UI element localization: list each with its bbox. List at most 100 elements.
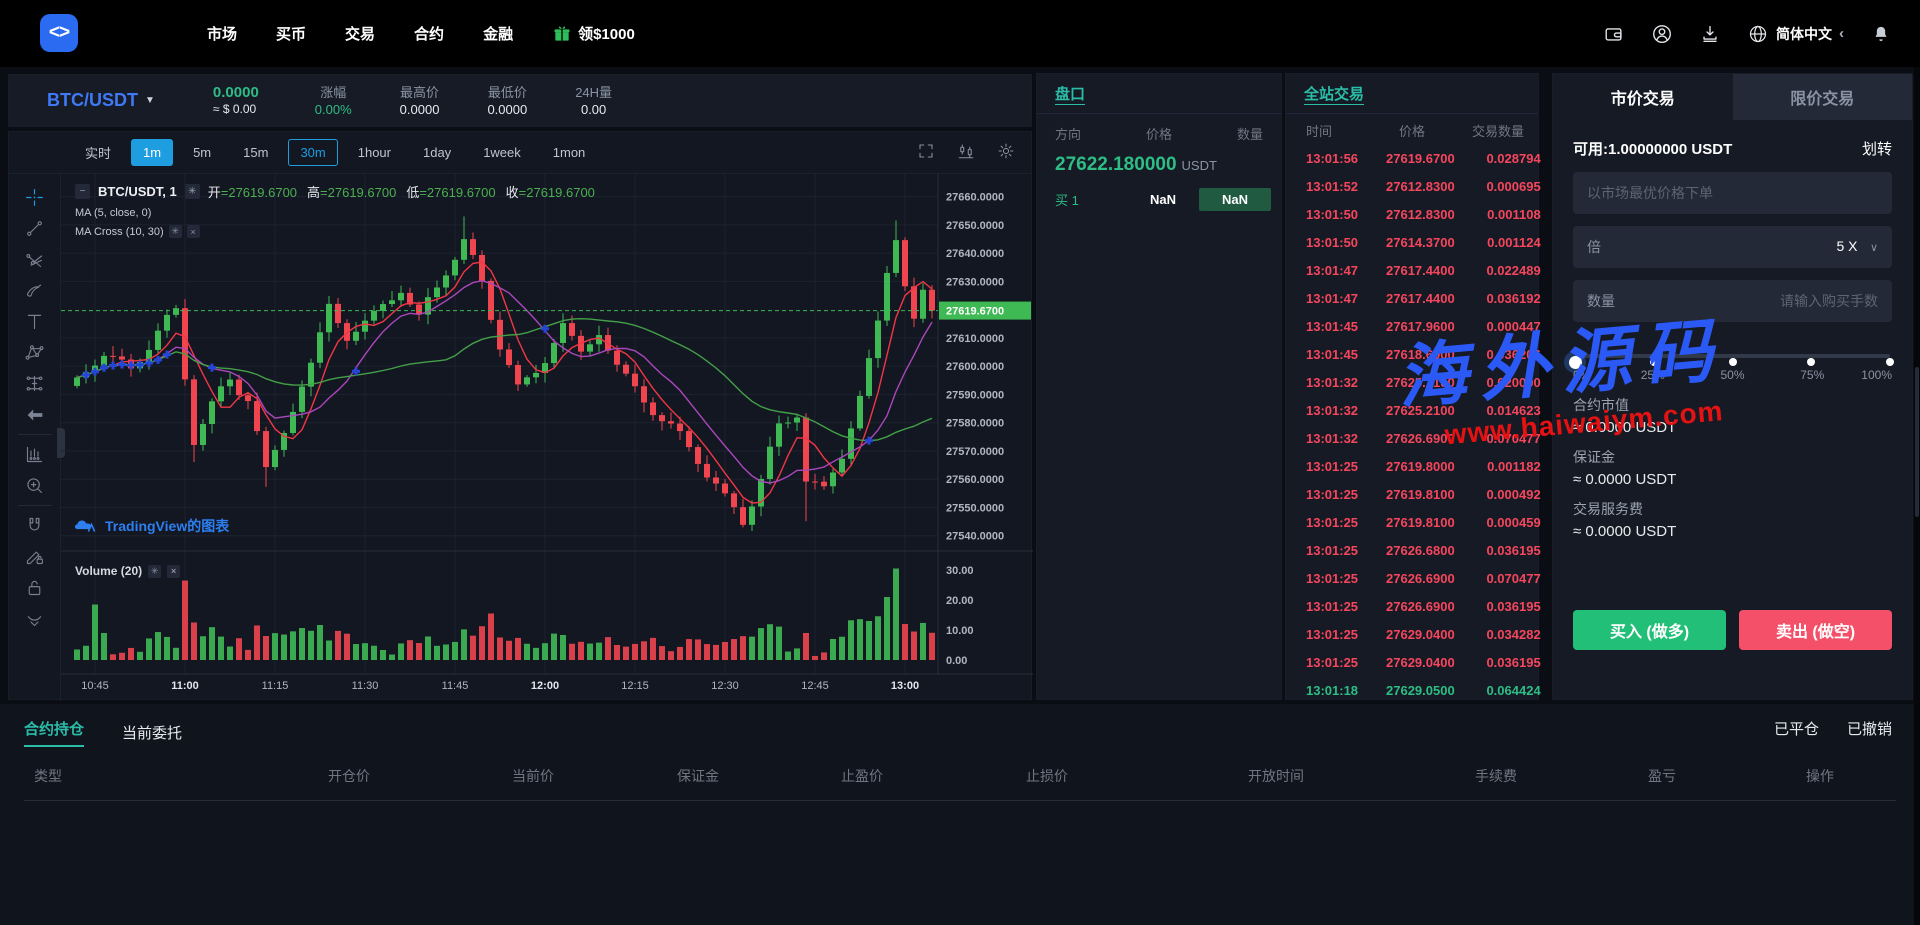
tab-合约持仓[interactable]: 合约持仓 [24, 718, 85, 747]
chevron-down-icon: ∨ [1869, 242, 1878, 254]
timeframe-1m[interactable]: 1m [131, 139, 174, 166]
magnet-tool-icon[interactable] [18, 510, 52, 541]
chart-plot-area[interactable]: 27660.0000 27650.0000 27640.0000 27630.0000… [61, 174, 1033, 701]
crosshair-tool-icon[interactable] [18, 182, 52, 213]
nav-item[interactable]: 市场 [207, 23, 237, 44]
fullscreen-icon[interactable] [917, 142, 935, 165]
nav-item[interactable]: 金融 [483, 23, 513, 44]
orderbook-title: 盘口 [1037, 74, 1281, 114]
timeframe-1mon[interactable]: 1mon [541, 139, 598, 166]
timeframe-30m[interactable]: 30m [288, 139, 338, 166]
svg-text:11:00: 11:00 [171, 680, 199, 692]
amount-input[interactable]: 数量 请输入购买手数 [1573, 280, 1892, 322]
ma-settings-icon[interactable]: ✳ [168, 225, 182, 238]
timeframe-5m[interactable]: 5m [181, 139, 223, 166]
trade-amount: 0.036206 [1486, 346, 1541, 362]
svg-text:11:45: 11:45 [442, 680, 469, 692]
slider-dot[interactable] [1886, 358, 1894, 366]
brand-logo-icon[interactable]: <> [40, 14, 78, 52]
promo-link[interactable]: 领$1000 [552, 23, 635, 44]
volume-settings-icon[interactable]: ✳ [148, 564, 162, 578]
pair-label: BTC/USDT [47, 90, 138, 110]
orderbook-last-price: 27622.180000 [1055, 154, 1177, 175]
scrollbar-thumb[interactable] [1915, 367, 1919, 517]
trade-amount: 0.070477 [1486, 570, 1541, 586]
trade-amount: 0.036195 [1486, 598, 1541, 614]
pitchfork-tool-icon[interactable] [18, 244, 52, 275]
language-switcher[interactable]: 简体中文 ‹ [1747, 23, 1844, 45]
bell-icon[interactable] [1870, 23, 1892, 45]
sell-short-button[interactable]: 卖出 (做空) [1739, 610, 1892, 650]
trade-price: 27617.9600 [1386, 318, 1455, 334]
zoom-in-icon[interactable] [18, 470, 52, 501]
nav-item[interactable]: 买币 [276, 23, 306, 44]
trades-header: 交易数量 [1471, 123, 1524, 139]
trade-price: 27619.8000 [1386, 458, 1455, 474]
trade-price: 27629.0500 [1386, 682, 1455, 698]
hide-objects-icon[interactable] [18, 603, 52, 634]
nav-item[interactable]: 合约 [414, 23, 444, 44]
svg-text:10.00: 10.00 [946, 625, 974, 637]
indicators-icon[interactable] [957, 142, 975, 165]
slider-dot[interactable] [1649, 358, 1658, 366]
drawing-lock-icon[interactable] [18, 541, 52, 572]
pattern-tool-icon[interactable] [18, 337, 52, 368]
buy-long-button[interactable]: 买入 (做多) [1573, 610, 1726, 650]
tab-当前委托[interactable]: 当前委托 [122, 722, 182, 743]
trades-header: 价格 [1398, 123, 1425, 139]
wallet-icon[interactable] [1603, 23, 1625, 45]
lock-icon[interactable] [18, 572, 52, 603]
nav-item[interactable]: 交易 [345, 23, 375, 44]
market-trades-list: 13:01:56 27619.6700 0.028794 13:01:52 27612.… [1286, 144, 1541, 704]
slider-dot[interactable] [1807, 358, 1816, 366]
svg-text:11:30: 11:30 [352, 680, 379, 692]
slider-label: 0% [1573, 368, 1591, 382]
timeframe-15m[interactable]: 15m [231, 139, 280, 166]
order-info-value: ≈ 0.0000 USDT [1573, 419, 1677, 436]
ma-remove-icon[interactable]: × [186, 225, 200, 238]
order-form-tabs: 市价交易 限价交易 [1553, 74, 1912, 120]
market-price-input[interactable]: 以市场最优价格下单 [1573, 172, 1892, 214]
slider-dot[interactable] [1728, 358, 1737, 366]
scrollbar[interactable] [1914, 67, 1920, 925]
tab-限价交易[interactable]: 限价交易 [1732, 74, 1912, 120]
volume-remove-icon[interactable]: × [167, 564, 181, 578]
orderbook-level-row[interactable]: 买 1 NaN NaN [1037, 184, 1281, 214]
timeframe-1day[interactable]: 1day [411, 139, 463, 166]
trade-row: 13:01:47 27617.4400 0.036192 [1286, 284, 1541, 312]
amount-slider[interactable]: 0% 25% 50% 75% 100% [1564, 348, 1894, 384]
profile-icon[interactable] [1651, 23, 1673, 45]
link-已平仓[interactable]: 已平仓 [1774, 718, 1819, 739]
trade-time: 13:01:25 [1306, 458, 1359, 474]
positions-column-header: 保证金 [677, 768, 719, 784]
ohlc-item: 收=27619.6700 [506, 185, 595, 200]
timeframe-1hour[interactable]: 1hour [346, 139, 403, 166]
chart-settings-gear-icon[interactable] [997, 142, 1015, 165]
download-icon[interactable] [1699, 23, 1721, 45]
transfer-link[interactable]: 划转 [1862, 138, 1892, 159]
pair-selector[interactable]: BTC/USDT ▼ [47, 90, 155, 111]
legend-gear-icon[interactable]: ✳ [184, 184, 200, 199]
indicator-template-icon[interactable] [18, 439, 52, 470]
tab-市价交易[interactable]: 市价交易 [1553, 74, 1733, 120]
text-tool-icon[interactable] [18, 306, 52, 337]
trade-time: 13:01:18 [1306, 682, 1359, 698]
trade-time: 13:01:25 [1306, 598, 1359, 614]
svg-text:13:00: 13:00 [891, 680, 919, 692]
leverage-select[interactable]: 倍 5 X ∨ [1573, 226, 1892, 268]
forecast-tool-icon[interactable] [18, 368, 52, 399]
timeframe-1week[interactable]: 1week [471, 139, 533, 166]
ohlc-value: =27619.6700 [320, 185, 397, 200]
pair-stat-label: 涨幅 [320, 84, 347, 100]
back-arrow-icon[interactable] [18, 399, 52, 430]
link-已撤销[interactable]: 已撤销 [1847, 718, 1892, 739]
slider-label: 25% [1640, 368, 1665, 382]
brush-tool-icon[interactable] [18, 275, 52, 306]
legend-collapse-icon[interactable]: − [75, 184, 90, 199]
trade-time: 13:01:45 [1306, 318, 1359, 334]
trade-time: 13:01:25 [1306, 514, 1359, 530]
timeframe-实时[interactable]: 实时 [73, 137, 123, 168]
tradingview-attribution[interactable]: TradingView的图表 [75, 516, 229, 536]
trend-line-tool-icon[interactable] [18, 213, 52, 244]
slider-track[interactable] [1564, 351, 1894, 373]
